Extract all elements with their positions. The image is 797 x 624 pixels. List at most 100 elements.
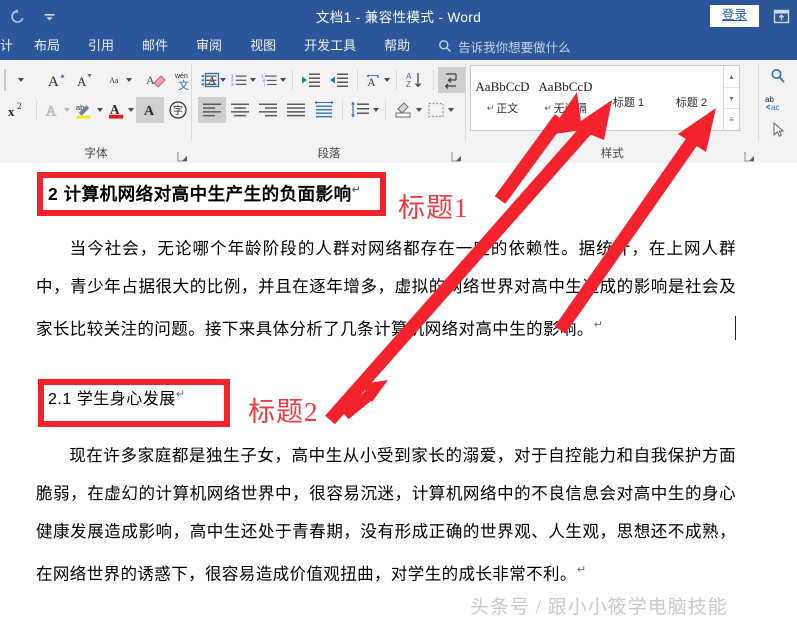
customize-quick-access-toolbar-icon[interactable] (40, 7, 58, 25)
style-name: 标题 2 (675, 96, 708, 109)
shrink-font-icon[interactable]: A (70, 67, 98, 93)
styles-gallery-scrollbar[interactable]: ▴ ▾ ≡ (723, 66, 739, 130)
justify-icon[interactable] (282, 97, 310, 123)
tab-design[interactable]: 计 (0, 32, 20, 60)
change-case-icon[interactable]: Aa (106, 67, 134, 93)
font-name-dropdown-icon[interactable] (6, 67, 34, 93)
asian-layout-icon[interactable]: A (362, 67, 392, 93)
numbering-icon[interactable]: 123 (228, 67, 258, 93)
text-cursor (735, 316, 736, 340)
borders-icon[interactable] (424, 97, 456, 123)
distributed-align-icon[interactable] (310, 97, 338, 123)
style-item-no-spacing[interactable]: AaBbCcD ↵ 无间隔 (534, 66, 597, 130)
line-spacing-icon[interactable] (347, 97, 381, 123)
document-paragraph-1[interactable]: 当今社会，无论哪个年龄阶段的人群对网络都存在一定的依赖性。据统计，在上网人群中，… (36, 230, 736, 349)
bullets-icon[interactable] (198, 67, 228, 93)
svg-text:Z: Z (406, 80, 411, 89)
quick-access-toolbar (0, 7, 58, 25)
text-highlight-color-icon[interactable]: ab (72, 97, 105, 123)
annotation-label-heading-1: 标题1 (398, 193, 469, 223)
tell-me-search[interactable]: 告诉我你想要做什么 (438, 37, 571, 56)
style-name: 标题 1 (612, 96, 645, 109)
ribbon-group-styles: AaBbCcD ↵ 正文 AaBbCcD ↵ 无间隔 AaBb (466, 60, 759, 466)
redo-icon[interactable] (8, 7, 26, 25)
style-item-heading-1[interactable]: AaBb 标题 1 (514, 66, 660, 266)
styles-gallery[interactable]: AaBbCcD ↵ 正文 AaBbCcD ↵ 无间隔 AaBb (470, 65, 740, 466)
grow-font-icon[interactable]: A (42, 67, 70, 93)
search-icon (438, 39, 452, 53)
tab-view[interactable]: 视图 (236, 32, 290, 60)
svg-text:A: A (144, 104, 155, 119)
increase-indent-icon[interactable] (325, 67, 353, 93)
tell-me-placeholder: 告诉我你想要做什么 (458, 40, 571, 55)
style-item-heading-2[interactable]: AaBbC 标题 2 (514, 66, 723, 466)
align-left-icon[interactable] (198, 97, 226, 123)
pilcrow-icon: ↵ (486, 102, 495, 113)
svg-text:A: A (77, 74, 87, 89)
document-paragraph-2[interactable]: 现在许多家庭都是独生子女，高中生从小受到家长的溺爱，对于自控能力和自我保护方面脆… (36, 437, 736, 594)
title-bar: 文档1 - 兼容性模式 - Word 登录 (0, 0, 797, 32)
align-center-icon[interactable] (226, 97, 254, 123)
tab-developer[interactable]: 开发工具 (290, 32, 370, 60)
svg-text:x: x (8, 104, 15, 119)
svg-text:ac: ac (771, 103, 779, 112)
select-icon[interactable] (765, 119, 791, 141)
superscript-icon[interactable]: x2 (4, 97, 32, 123)
scroll-down-icon[interactable]: ▾ (724, 86, 739, 109)
style-item-normal[interactable]: AaBbCcD ↵ 正文 (471, 66, 534, 130)
tab-help[interactable]: 帮助 (370, 32, 424, 60)
tab-mailings[interactable]: 邮件 (128, 32, 182, 60)
decrease-indent-icon[interactable] (297, 67, 325, 93)
svg-text:A: A (46, 104, 57, 120)
ribbon-group-paragraph-label: 段落 (317, 148, 341, 160)
sign-in-button[interactable]: 登录 (709, 4, 759, 28)
svg-text:A: A (146, 73, 155, 87)
annotation-label-heading-2: 标题2 (248, 397, 319, 427)
svg-text:wén: wén (174, 73, 188, 80)
pilcrow-mark: ↵ (576, 564, 587, 576)
enclose-characters-icon[interactable]: 字 (164, 97, 192, 123)
shading-icon[interactable] (390, 97, 424, 123)
pilcrow-icon: ↵ (544, 102, 552, 113)
style-name: ↵ 无间隔 (544, 102, 587, 116)
svg-text:A: A (110, 102, 120, 117)
ribbon-group-font-label: 字体 (84, 148, 108, 160)
svg-text:文: 文 (178, 78, 189, 91)
svg-text:3: 3 (231, 82, 234, 88)
pilcrow-mark: ↵ (593, 319, 604, 331)
svg-text:字: 字 (173, 104, 183, 117)
svg-text:Aa: Aa (109, 76, 119, 85)
text-effects-icon[interactable]: A (41, 97, 72, 123)
character-shading-icon[interactable]: A (136, 97, 164, 123)
sort-icon[interactable]: AZ (401, 67, 429, 93)
svg-text:2: 2 (17, 101, 22, 111)
find-icon[interactable] (765, 65, 791, 87)
multilevel-list-icon[interactable]: 1ai (258, 67, 288, 93)
ribbon-group-styles-label: 样式 (600, 148, 624, 160)
annotation-box-heading-1 (37, 172, 386, 216)
show-formatting-marks-icon[interactable] (438, 67, 466, 93)
style-preview: AaBbCcD (475, 79, 530, 94)
ribbon-group-editing: ab ac (759, 60, 797, 163)
annotation-box-heading-2 (38, 379, 230, 427)
align-right-icon[interactable] (254, 97, 282, 123)
ribbon-group-font: A A Aa A wén 文 A x2 A ab A A 字 字体 (0, 60, 220, 163)
styles-more-icon[interactable]: ≡ (724, 108, 739, 130)
font-dialog-launcher-icon[interactable] (177, 149, 188, 162)
tab-layout[interactable]: 布局 (20, 32, 74, 60)
ribbon: A A Aa A wén 文 A x2 A ab A A 字 字体 1 2 3 … (0, 60, 797, 466)
clear-all-formatting-icon[interactable]: A (142, 67, 170, 93)
styles-dialog-launcher-icon[interactable] (744, 149, 755, 162)
scroll-up-icon[interactable]: ▴ (724, 66, 739, 87)
style-name: ↵ 正文 (486, 102, 519, 116)
font-color-icon[interactable]: A (105, 97, 136, 123)
paragraph-dialog-launcher-icon[interactable] (451, 149, 462, 162)
ribbon-tab-bar: 计 布局 引用 邮件 审阅 视图 开发工具 帮助 告诉我你想要做什么 (0, 32, 797, 60)
ribbon-display-options-icon[interactable] (771, 6, 791, 26)
watermark-text: 头条号 / 跟小小筱学电脑技能 (470, 597, 728, 618)
replace-icon[interactable]: ab ac (765, 92, 791, 114)
svg-text:A: A (367, 77, 376, 89)
tab-review[interactable]: 审阅 (182, 32, 236, 60)
style-preview: AaBbCcD (538, 79, 593, 94)
tab-references[interactable]: 引用 (74, 32, 128, 60)
